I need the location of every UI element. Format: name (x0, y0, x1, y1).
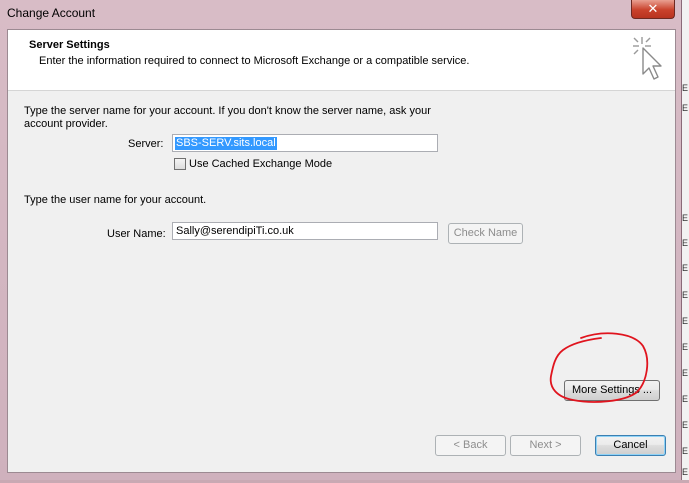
next-button[interactable]: Next > (510, 435, 581, 456)
cached-mode-label[interactable]: Use Cached Exchange Mode (189, 158, 332, 170)
dialog-window: Change Account ✕ Server Settings Enter t… (0, 0, 682, 480)
page-subtitle: Enter the information required to connec… (39, 55, 470, 67)
server-instruction-line2: account provider. (24, 118, 108, 130)
username-input-value: Sally@serendipiTi.co.uk (176, 225, 294, 237)
server-instruction-line1: Type the server name for your account. I… (24, 105, 431, 117)
more-settings-button[interactable]: More Settings ... (564, 380, 660, 401)
cached-mode-checkbox[interactable] (174, 158, 186, 170)
window-title: Change Account (7, 6, 96, 20)
check-name-button[interactable]: Check Name (448, 223, 523, 244)
title-bar[interactable]: Change Account ✕ (0, 0, 681, 28)
wizard-cursor-icon (633, 37, 662, 80)
server-input[interactable]: SBS-SERV.sits.local (172, 134, 438, 152)
close-button[interactable]: ✕ (631, 0, 675, 19)
user-instruction: Type the user name for your account. (24, 194, 207, 206)
server-label: Server: (128, 138, 164, 150)
username-label: User Name: (107, 228, 166, 240)
back-button[interactable]: < Back (435, 435, 506, 456)
background-desktop-strip: EE EE EE EE EE EE E (681, 0, 689, 480)
wizard-header: Server Settings Enter the information re… (8, 30, 675, 91)
cancel-button[interactable]: Cancel (595, 435, 666, 456)
page-title: Server Settings (29, 39, 110, 51)
close-icon: ✕ (647, 1, 659, 16)
username-input[interactable]: Sally@serendipiTi.co.uk (172, 222, 438, 240)
server-input-value: SBS-SERV.sits.local (175, 137, 277, 150)
dialog-client-area: Server Settings Enter the information re… (7, 29, 676, 473)
